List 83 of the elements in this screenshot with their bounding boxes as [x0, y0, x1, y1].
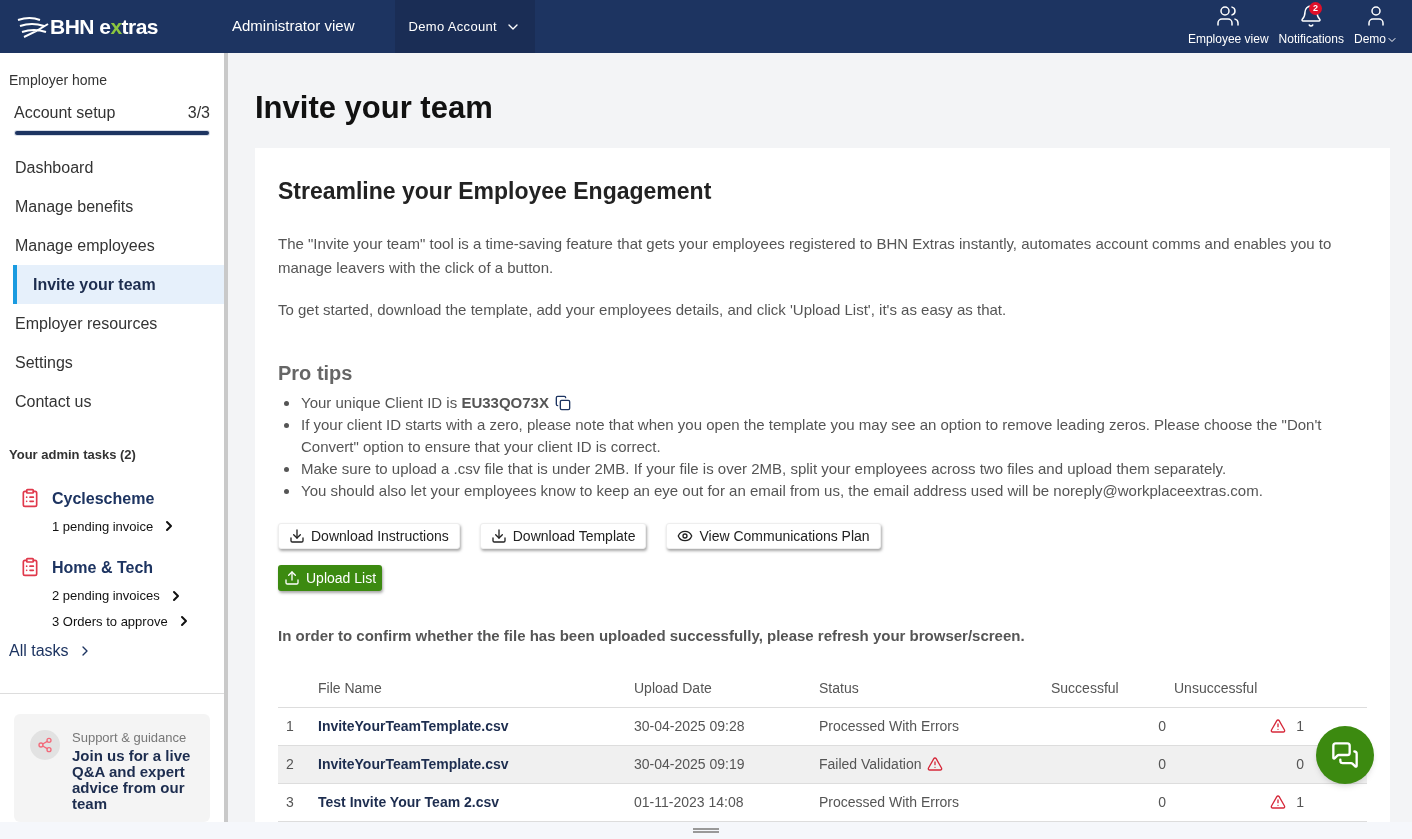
row-number: 3	[285, 792, 295, 812]
setup-count: 3/3	[187, 103, 210, 123]
task-title: Home & Tech	[52, 558, 155, 578]
action-button[interactable]: View Communications Plan	[666, 523, 881, 550]
download-icon	[289, 528, 305, 545]
support-label: Support & guidance	[72, 729, 188, 747]
notification-badge: 2	[1309, 2, 1322, 15]
intro-paragraph: The "Invite your team" tool is a time-saving feature that gets your employees registered to BHN Extras instantly, automates account comms and enables you to manage leavers with the click of a button.	[278, 234, 1333, 279]
tip-text: If your client ID starts with a zero, please note that when you open the template you may see an option to remove leading zeros. Please choose the "Don't Convert" option to ensure that your client ID is correct.	[301, 415, 1323, 458]
upload-date: 01-11-2023 14:08	[634, 792, 745, 812]
upload-date: 30-04-2025 09:28	[634, 716, 746, 736]
nav-item[interactable]: Invite your team	[13, 265, 224, 304]
nav-item[interactable]: Dashboard	[0, 148, 224, 187]
status-text: Processed With Errors	[819, 716, 960, 736]
tip-text: Make sure to upload a .csv file that is under 2MB. If your file is over 2MB, split your employees across two files and upload them separately.	[301, 459, 1227, 480]
unsuccessful-count: 1	[1296, 792, 1304, 812]
bell-icon	[1299, 4, 1324, 28]
warning-icon	[1270, 718, 1287, 735]
status-text: Failed Validation	[819, 754, 922, 774]
header-action[interactable]: Employee view	[1187, 4, 1269, 47]
bullet-icon	[284, 401, 289, 407]
column-header: File Name	[318, 678, 383, 698]
tasks-heading: Your admin tasks (2)	[9, 446, 137, 464]
bullet-icon	[284, 467, 289, 473]
task-title: Cyclescheme	[52, 488, 156, 509]
account-dropdown[interactable]: Demo Account	[394, 0, 535, 53]
column-header: Status	[819, 678, 860, 698]
file-name: InviteYourTeamTemplate.csv	[318, 754, 510, 774]
refresh-notice: In order to confirm whether the file has been uploaded successfully, please refresh your browser/screen.	[278, 626, 1026, 647]
row-number: 2	[285, 754, 295, 774]
action-button[interactable]: Download Template	[479, 523, 647, 550]
clipboard-icon	[20, 557, 40, 577]
task-link[interactable]: 3 Orders to approve	[52, 611, 192, 631]
tip-text: Your unique Client ID is EU33QO73X	[301, 393, 549, 414]
share-icon	[30, 730, 60, 760]
copy-icon[interactable]	[554, 395, 571, 412]
upload-button[interactable]: Upload List	[278, 565, 383, 592]
home-link[interactable]: Employer home	[9, 70, 224, 91]
header-action[interactable]: Demo	[1354, 4, 1398, 47]
support-title: Join us for a live Q&A and expert advice from our team	[72, 747, 192, 812]
nav-item[interactable]: Manage employees	[0, 226, 224, 265]
unsuccessful-count: 0	[1296, 754, 1304, 774]
row-number: 1	[285, 716, 295, 736]
upload-date: 30-04-2025 09:19	[634, 754, 746, 774]
tips-heading: Pro tips	[278, 361, 354, 387]
successful-count: 0	[1157, 754, 1166, 774]
people-icon	[1216, 4, 1241, 28]
download-icon	[490, 528, 507, 545]
status-text: Processed With Errors	[819, 792, 960, 812]
file-name: Test Invite Your Team 2.csv	[318, 792, 501, 812]
chat-icon	[1331, 741, 1359, 769]
swoosh-icon	[16, 15, 50, 38]
task-link[interactable]: 2 pending invoices	[52, 586, 192, 606]
nav-item[interactable]: Manage benefits	[0, 187, 224, 226]
task-link[interactable]: 1 pending invoice	[52, 516, 178, 536]
drag-handle-icon[interactable]	[693, 828, 719, 833]
column-header: Successful	[1051, 678, 1120, 698]
action-button[interactable]: Download Instructions	[278, 523, 460, 550]
all-tasks-link[interactable]: All tasks	[9, 639, 224, 663]
intro-paragraph: To get started, download the template, add your employees details, and click 'Upload List', it's as easy as that.	[278, 300, 1008, 321]
nav-item[interactable]: Employer resources	[0, 304, 224, 343]
bullet-icon	[284, 489, 289, 495]
nav-item[interactable]: Settings	[0, 343, 224, 382]
file-name: InviteYourTeamTemplate.csv	[318, 716, 510, 736]
logo[interactable]: BHN extras	[16, 10, 216, 43]
successful-count: 0	[1157, 792, 1166, 812]
successful-count: 0	[1157, 716, 1166, 736]
warning-icon	[927, 756, 944, 773]
warning-icon	[1270, 794, 1287, 811]
header-action[interactable]: Notifications 2	[1278, 4, 1344, 47]
view-label: Administrator view	[232, 16, 355, 37]
column-header: Upload Date	[634, 678, 713, 698]
card-title: Streamline your Employee Engagement	[278, 176, 713, 206]
bullet-icon	[284, 423, 289, 429]
nav-item[interactable]: Contact us	[0, 382, 224, 421]
support-card[interactable]: Support & guidance Join us for a live Q&A and expert advice from our team	[14, 714, 210, 822]
setup-label[interactable]: Account setup	[14, 101, 116, 125]
upload-icon	[284, 570, 300, 587]
tip-text: You should also let your employees know to keep an eye out for an email from us, the email address used will be noreply@workplaceextras.com.	[301, 481, 1263, 502]
unsuccessful-count: 1	[1296, 716, 1304, 736]
clipboard-icon	[20, 487, 40, 508]
column-header: Unsuccessful	[1174, 678, 1259, 698]
page-title: Invite your team	[255, 89, 494, 127]
